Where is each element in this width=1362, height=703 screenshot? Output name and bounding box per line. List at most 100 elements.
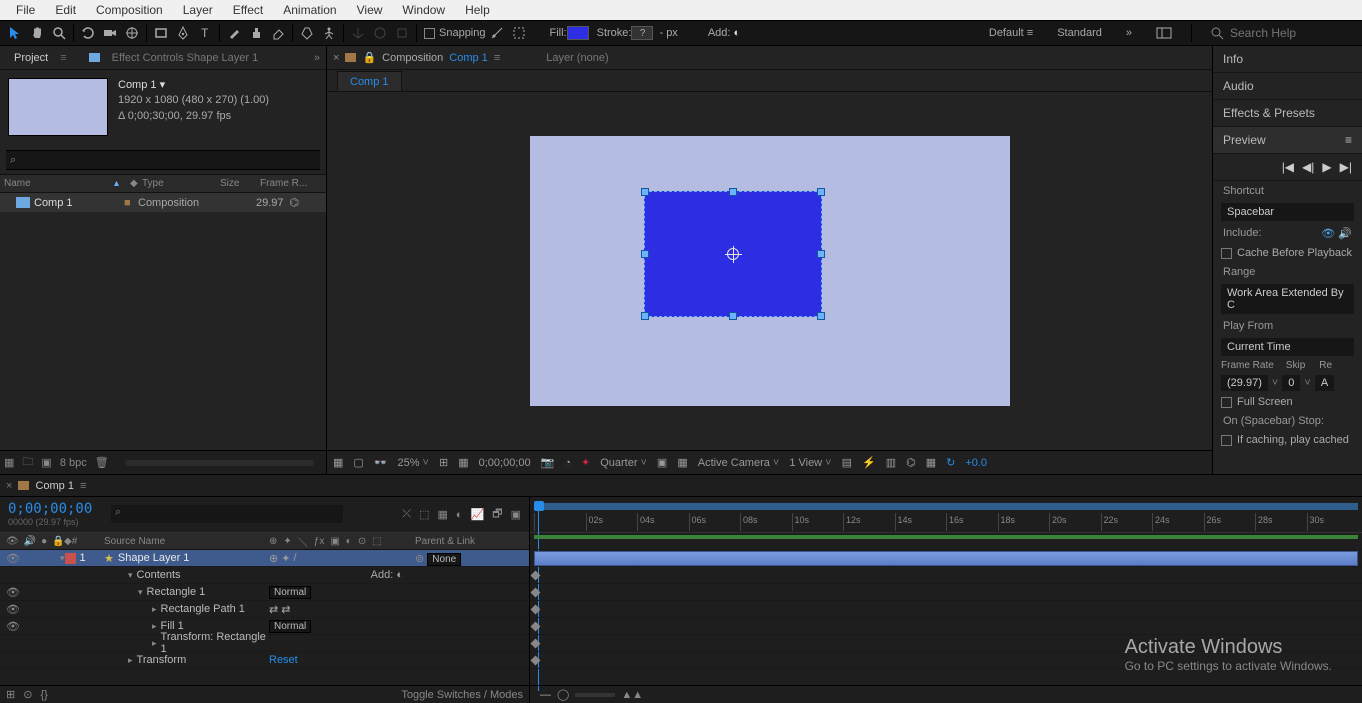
resolution-dropdown[interactable]: Quarter	[600, 457, 647, 469]
prev-frame-icon[interactable]: ◀|	[1302, 160, 1314, 174]
visibility-col-icon[interactable]: 👁	[6, 536, 19, 547]
hand-tool-icon[interactable]	[26, 22, 48, 44]
draft3d-icon[interactable]: ⬚	[419, 508, 429, 521]
current-time[interactable]: 0;00;00;00	[8, 501, 97, 517]
workspace-overflow-icon[interactable]: »	[1118, 24, 1140, 42]
shy-toggle-icon[interactable]: ⤫	[402, 508, 411, 521]
resize-handle[interactable]	[817, 188, 825, 196]
project-item-comp1[interactable]: Comp 1 ■ Composition 29.97 ⌬	[0, 193, 326, 212]
zoom-tool-icon[interactable]	[48, 22, 70, 44]
audio-col-icon[interactable]: 🔊	[24, 536, 36, 547]
resize-handle[interactable]	[729, 312, 737, 320]
layer-row-shape-layer-1[interactable]: 👁 ▾ 1 ★Shape Layer 1 ⊕✦/ ⊚ None	[0, 550, 529, 567]
pen-tool-icon[interactable]	[172, 22, 194, 44]
comp-thumbnail[interactable]	[8, 78, 108, 136]
px-aspect-icon[interactable]: ▤	[842, 456, 852, 469]
keyframe-icon[interactable]	[531, 571, 541, 581]
menu-help[interactable]: Help	[455, 1, 500, 19]
rectangle-path-row[interactable]: 👁 ▸Rectangle Path 1 ⇄ ⇄	[0, 601, 529, 618]
puppet-tool-icon[interactable]	[318, 22, 340, 44]
zoom-out-icon[interactable]: ◯	[557, 688, 569, 701]
flowchart-icon[interactable]: ⌬	[290, 196, 300, 209]
timecode[interactable]: 0;00;00;00	[479, 457, 531, 469]
graph-icon[interactable]: 📈	[471, 508, 485, 521]
new-comp-icon[interactable]: ▣	[41, 456, 51, 469]
timeline-icon[interactable]: ▥	[886, 456, 896, 469]
play-cached-checkbox[interactable]: If caching, play cached	[1213, 431, 1362, 449]
effect-controls-tab[interactable]: Effect Controls Shape Layer 1	[104, 48, 267, 68]
playhead[interactable]	[534, 501, 544, 511]
keyframe-icon[interactable]	[531, 605, 541, 615]
menu-animation[interactable]: Animation	[273, 1, 346, 19]
exposure-value[interactable]: +0.0	[965, 457, 987, 469]
brush-tool-icon[interactable]	[223, 22, 245, 44]
snapshot-icon[interactable]: 📷	[541, 456, 555, 469]
visibility-toggle-icon[interactable]: 👁	[6, 552, 20, 565]
workspace-standard[interactable]: Standard	[1049, 24, 1110, 42]
resolution-mini-dropdown[interactable]: A	[1315, 375, 1334, 391]
roi-icon[interactable]: ▣	[657, 456, 667, 469]
cache-before-playback-checkbox[interactable]: Cache Before Playback	[1213, 244, 1362, 262]
work-area-bar[interactable]	[534, 535, 1358, 539]
transparency-grid-icon[interactable]: ▢	[353, 456, 363, 469]
render-queue-icon[interactable]: ▣	[511, 508, 521, 521]
search-help-input[interactable]	[1230, 26, 1350, 40]
camera-dropdown[interactable]: Active Camera	[698, 457, 780, 469]
shape-layer-rectangle[interactable]	[644, 191, 822, 317]
source-name-col[interactable]: Source Name	[100, 533, 269, 549]
contents-row[interactable]: ▾Contents Add: ◐	[0, 567, 529, 584]
workspace-default[interactable]: Default ≡	[981, 24, 1041, 42]
transform-rectangle-row[interactable]: ▸Transform: Rectangle 1	[0, 635, 529, 652]
anchor-point-icon[interactable]	[727, 248, 739, 260]
range-dropdown[interactable]: Work Area Extended By C	[1221, 284, 1354, 314]
world-axis-icon[interactable]	[369, 22, 391, 44]
include-audio-icon[interactable]: 🔊	[1338, 228, 1352, 240]
resize-handle[interactable]	[641, 312, 649, 320]
resize-handle[interactable]	[729, 188, 737, 196]
canvas[interactable]	[530, 136, 1010, 406]
parent-dropdown[interactable]: None	[427, 553, 461, 566]
views-dropdown[interactable]: 1 View	[789, 457, 831, 469]
keyframe-icon[interactable]	[531, 639, 541, 649]
snap-options-icon[interactable]	[486, 22, 508, 44]
roto-tool-icon[interactable]	[296, 22, 318, 44]
brackets-icon[interactable]: {}	[40, 689, 47, 701]
menu-file[interactable]: File	[6, 1, 45, 19]
always-preview-icon[interactable]: ▦	[333, 456, 343, 469]
info-panel-header[interactable]: Info	[1213, 46, 1362, 73]
composition-name[interactable]: Comp 1	[449, 52, 488, 64]
timeline-close-icon[interactable]: ×	[6, 480, 12, 492]
resize-handle[interactable]	[817, 250, 825, 258]
include-video-icon[interactable]: 👁	[1321, 228, 1335, 240]
menu-effect[interactable]: Effect	[223, 1, 273, 19]
label-col-icon[interactable]: ◆	[64, 536, 72, 547]
keyframe-icon[interactable]	[531, 622, 541, 632]
menu-edit[interactable]: Edit	[45, 1, 86, 19]
delete-icon[interactable]: 🗑	[95, 456, 109, 469]
time-ruler[interactable]: 02s04s06s08s10s12s14s16s18s20s22s24s26s2…	[530, 497, 1362, 533]
fullscreen-checkbox[interactable]: Full Screen	[1213, 393, 1362, 411]
resize-handle[interactable]	[817, 312, 825, 320]
search-help[interactable]	[1203, 26, 1358, 40]
interpret-footage-icon[interactable]: ▦	[4, 456, 14, 469]
timeline-right[interactable]: 02s04s06s08s10s12s14s16s18s20s22s24s26s2…	[530, 497, 1362, 703]
add-contents-icon[interactable]: ◐	[396, 569, 403, 581]
project-tab[interactable]: Project	[6, 48, 56, 68]
camera-tool-icon[interactable]	[99, 22, 121, 44]
transform-row[interactable]: ▸Transform Reset	[0, 652, 529, 669]
resize-handle[interactable]	[641, 188, 649, 196]
motion-blur-icon[interactable]: ◐	[456, 509, 463, 521]
close-panel-icon[interactable]: ×	[333, 52, 339, 64]
layer-duration-bar[interactable]	[534, 551, 1358, 566]
composition-viewer[interactable]	[327, 92, 1212, 450]
lock-icon[interactable]: 🔒	[362, 51, 376, 64]
frame-blend-icon[interactable]: ▦	[437, 508, 447, 521]
menu-composition[interactable]: Composition	[86, 1, 173, 19]
stroke-width[interactable]: - px	[659, 27, 677, 39]
local-axis-icon[interactable]	[347, 22, 369, 44]
zoom-dropdown[interactable]: 25%	[398, 457, 429, 469]
clone-tool-icon[interactable]	[245, 22, 267, 44]
transparency-icon[interactable]: ▦	[677, 456, 687, 469]
rect-mode-dropdown[interactable]: Normal	[269, 586, 311, 599]
reset-workspace-icon[interactable]	[1148, 24, 1180, 42]
